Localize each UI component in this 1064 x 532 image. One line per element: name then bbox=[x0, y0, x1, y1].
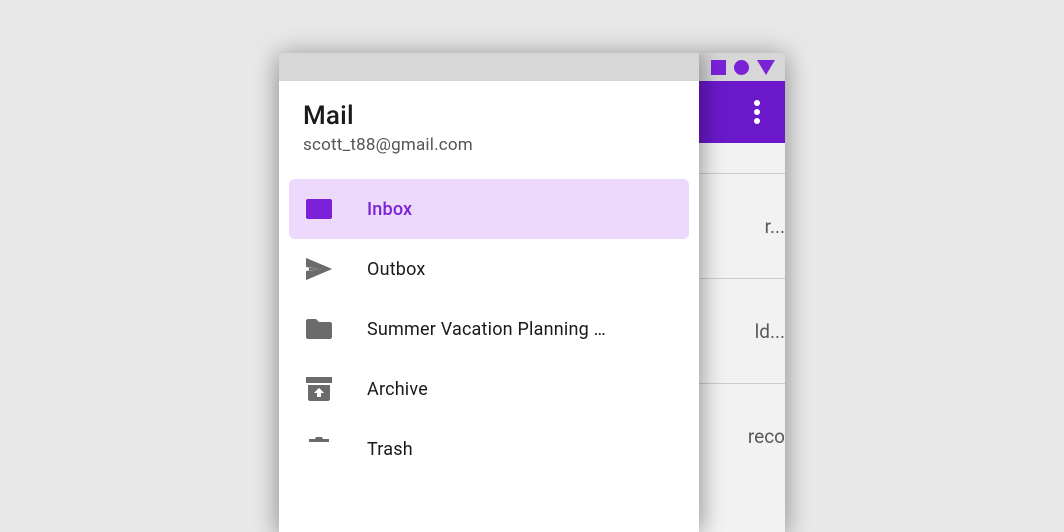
drawer-status-bar bbox=[279, 53, 699, 81]
archive-icon bbox=[303, 377, 335, 401]
nav-item-archive[interactable]: Archive bbox=[289, 359, 689, 419]
status-triangle-icon bbox=[757, 60, 775, 75]
nav-item-label: Inbox bbox=[367, 199, 412, 220]
nav-item-trash[interactable]: Trash bbox=[289, 419, 689, 479]
list-item-text: r... bbox=[765, 215, 785, 238]
nav-item-inbox[interactable]: Inbox bbox=[289, 179, 689, 239]
list-item-text: ld... bbox=[755, 320, 785, 343]
drawer-title: Mail bbox=[303, 101, 675, 131]
device-frame: r... ld... reco Mail scott_t88@gmail.com… bbox=[279, 53, 785, 532]
nav-item-folder[interactable]: Summer Vacation Planning … bbox=[289, 299, 689, 359]
drawer-nav: Inbox Outbox Summer Vacation Planning … … bbox=[279, 173, 699, 479]
drawer-account-email: scott_t88@gmail.com bbox=[303, 135, 675, 155]
nav-item-outbox[interactable]: Outbox bbox=[289, 239, 689, 299]
list-item-text: reco bbox=[748, 425, 785, 448]
drawer-header: Mail scott_t88@gmail.com bbox=[279, 81, 699, 173]
nav-item-label: Outbox bbox=[367, 259, 426, 280]
more-options-button[interactable] bbox=[735, 90, 779, 134]
trash-icon bbox=[303, 436, 335, 462]
folder-icon bbox=[303, 319, 335, 339]
send-icon bbox=[303, 258, 335, 280]
nav-item-label: Summer Vacation Planning … bbox=[367, 319, 606, 340]
mail-icon bbox=[303, 199, 335, 219]
nav-item-label: Trash bbox=[367, 439, 413, 460]
nav-item-label: Archive bbox=[367, 379, 428, 400]
navigation-drawer: Mail scott_t88@gmail.com Inbox Outbox bbox=[279, 53, 699, 532]
more-vert-icon bbox=[754, 100, 760, 124]
status-square-icon bbox=[711, 60, 726, 75]
status-bar-icons bbox=[711, 53, 785, 81]
status-circle-icon bbox=[734, 60, 749, 75]
